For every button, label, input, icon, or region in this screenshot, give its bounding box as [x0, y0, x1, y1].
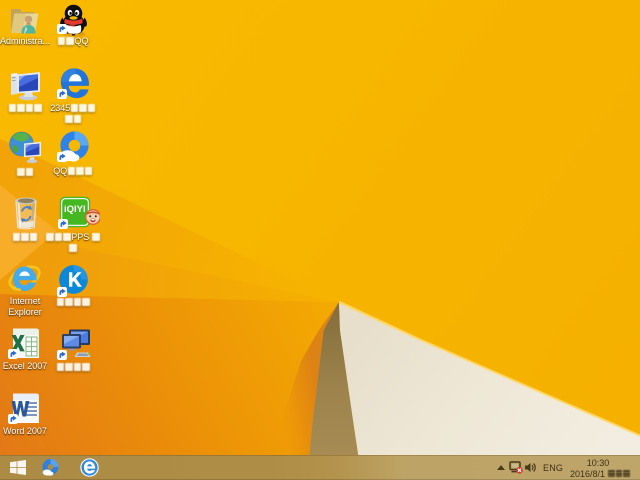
svg-text:iQIYI: iQIYI [64, 204, 86, 215]
